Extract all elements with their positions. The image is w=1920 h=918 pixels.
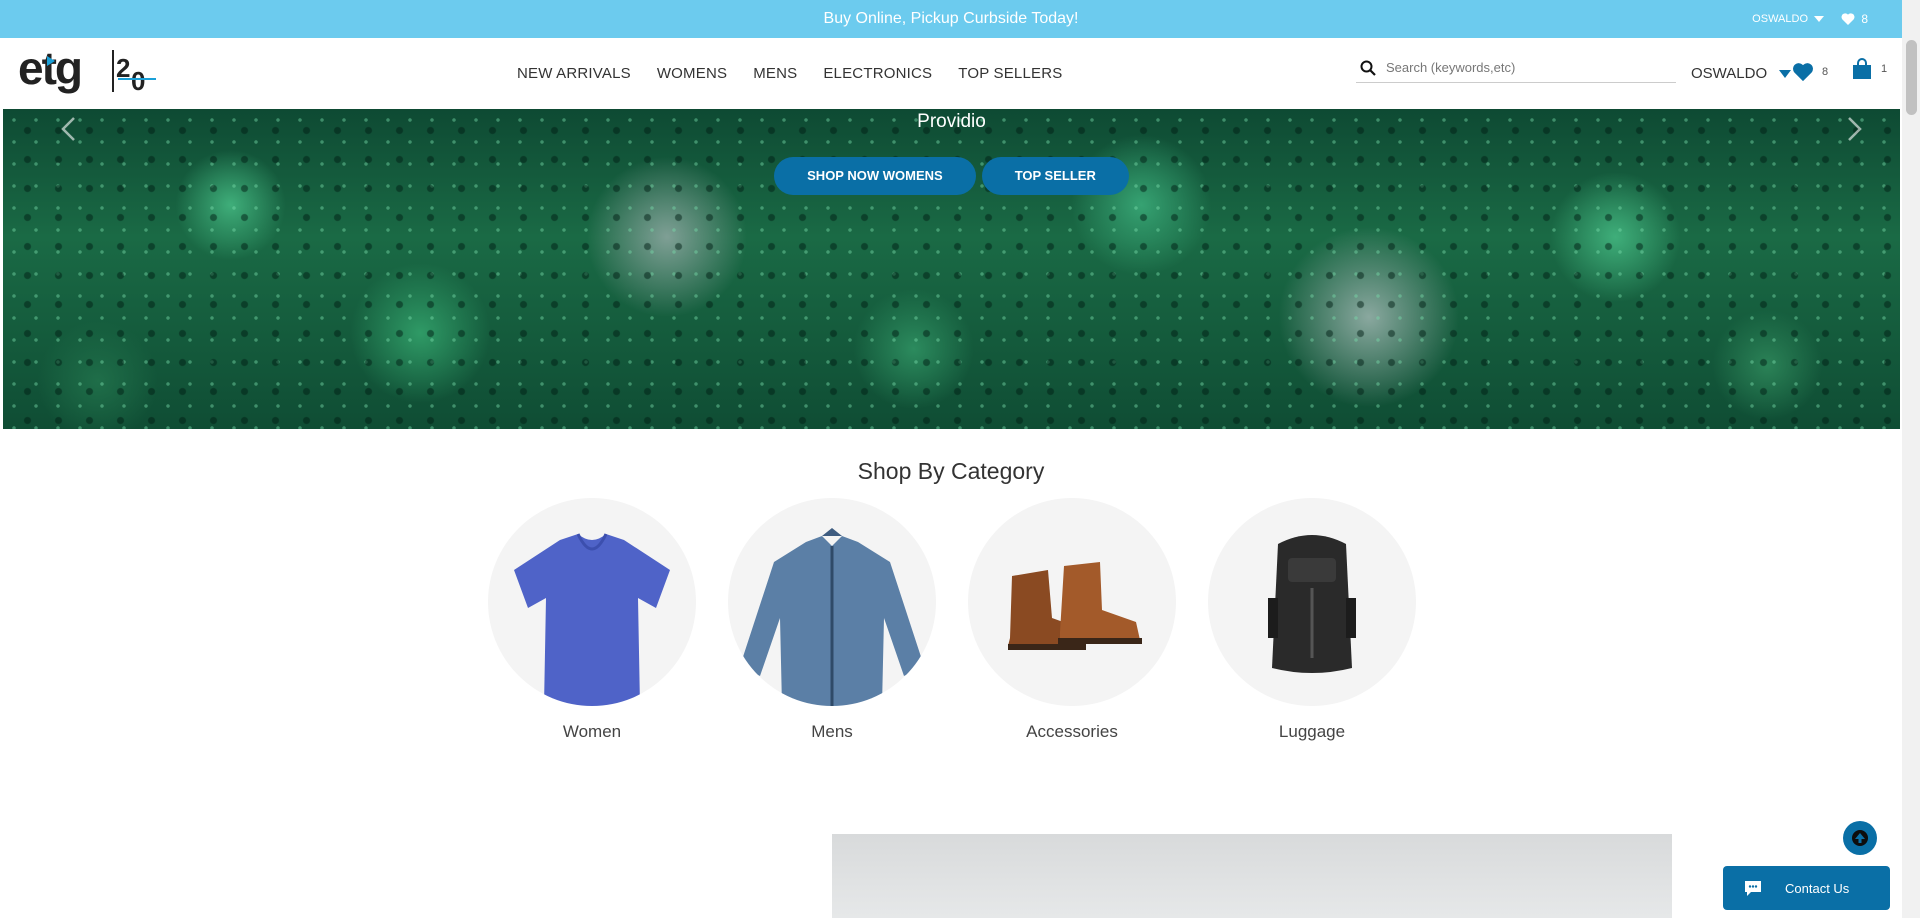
category-image-women — [488, 498, 696, 706]
chevron-left-icon — [61, 117, 75, 141]
hero-buttons: SHOP NOW WOMENS TOP SELLER — [3, 157, 1900, 195]
account-name: OSWALDO — [1691, 65, 1768, 82]
promo-user-name: OSWALDO — [1752, 13, 1808, 25]
back-to-top-button[interactable] — [1843, 821, 1877, 855]
category-label: Mens — [811, 722, 853, 741]
heart-icon — [1793, 63, 1813, 82]
promo-wishlist-count: 8 — [1861, 12, 1868, 26]
nav-top-sellers[interactable]: TOP SELLERS — [958, 65, 1062, 82]
promo-message: Buy Online, Pickup Curbside Today! — [823, 10, 1079, 27]
cart-count: 1 — [1881, 63, 1888, 75]
nav-electronics[interactable]: ELECTRONICS — [823, 65, 932, 82]
svg-text:0: 0 — [131, 66, 145, 96]
promo-bar: Buy Online, Pickup Curbside Today! OSWAL… — [0, 0, 1902, 38]
top-seller-button[interactable]: TOP SELLER — [981, 157, 1129, 195]
carousel-next[interactable] — [1840, 109, 1870, 149]
category-mens[interactable]: Mens — [728, 498, 936, 742]
page-scrollbar[interactable] — [1902, 0, 1920, 918]
account-menu[interactable]: OSWALDO — [1691, 38, 1792, 109]
main-nav: NEW ARRIVALS WOMENS MENS ELECTRONICS TOP… — [517, 38, 1062, 109]
boots-icon — [1008, 562, 1142, 650]
jacket-icon — [740, 528, 924, 706]
category-image-accessories — [968, 498, 1176, 706]
shopping-bag-icon — [1853, 58, 1871, 79]
shop-now-womens-button[interactable]: SHOP NOW WOMENS — [774, 157, 976, 195]
contact-us-label: Contact Us — [1785, 880, 1850, 896]
contact-us-button[interactable]: Contact Us — [1723, 866, 1890, 910]
hero-title: Providio — [917, 111, 986, 132]
svg-text:etg: etg — [18, 42, 81, 94]
carousel-prev[interactable] — [53, 109, 83, 149]
etg-logo[interactable]: etg 2 0 — [18, 42, 158, 104]
scrollbar-thumb[interactable] — [1906, 40, 1917, 115]
site-header: etg 2 0 NEW ARRIVALS WOMENS MENS ELECTRO… — [0, 38, 1902, 109]
hero-banner: Providio SHOP NOW WOMENS TOP SELLER — [3, 109, 1900, 429]
category-grid: Women Mens Accessories Luggage — [488, 498, 1416, 742]
backpack-icon — [1268, 535, 1356, 673]
search-input[interactable] — [1386, 60, 1656, 75]
category-women[interactable]: Women — [488, 498, 696, 742]
caret-down-icon — [1814, 16, 1824, 22]
nav-mens[interactable]: MENS — [753, 65, 797, 82]
search-bar — [1356, 53, 1676, 83]
category-image-luggage — [1208, 498, 1416, 706]
shop-by-category-title: Shop By Category — [857, 458, 1045, 484]
category-image-mens — [728, 498, 936, 706]
chat-icon — [1745, 881, 1761, 896]
promo-account-menu[interactable]: OSWALDO — [1752, 0, 1824, 38]
category-label: Accessories — [1026, 722, 1118, 741]
search-icon[interactable] — [1360, 60, 1376, 76]
category-luggage[interactable]: Luggage — [1208, 498, 1416, 742]
chevron-right-icon — [1848, 117, 1862, 141]
wishlist-link[interactable]: 8 — [1792, 62, 1828, 82]
cart-link[interactable]: 1 — [1851, 58, 1887, 80]
category-accessories[interactable]: Accessories — [968, 498, 1176, 742]
featured-image — [832, 834, 1672, 918]
tshirt-icon — [514, 533, 670, 706]
caret-down-icon — [1779, 69, 1792, 78]
category-label: Women — [562, 722, 622, 741]
nav-new-arrivals[interactable]: NEW ARRIVALS — [517, 65, 631, 82]
wishlist-count: 8 — [1822, 66, 1829, 78]
arrow-up-icon — [1852, 830, 1868, 846]
nav-womens[interactable]: WOMENS — [657, 65, 727, 82]
heart-icon[interactable] — [1840, 11, 1856, 27]
category-label: Luggage — [1278, 722, 1346, 741]
